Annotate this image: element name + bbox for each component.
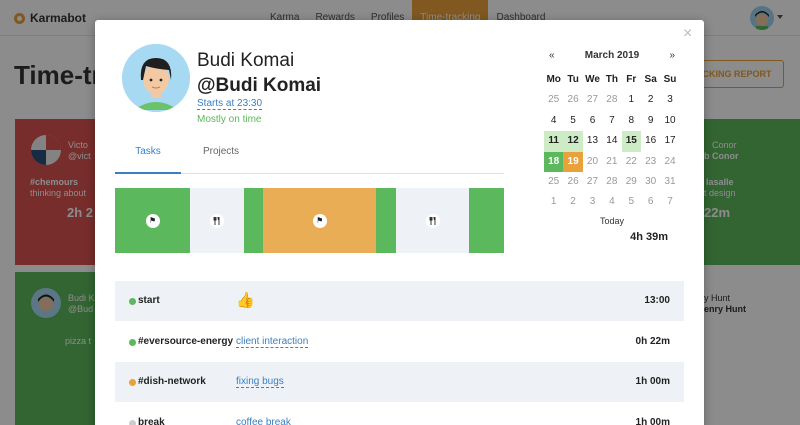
weekday-header: We (585, 74, 600, 85)
calendar-day[interactable]: 3 (660, 90, 679, 110)
tab-projects[interactable]: Projects (187, 142, 255, 174)
entry-duration: 1h 00m (635, 416, 670, 425)
weekday-header: Fr (626, 74, 637, 85)
profile-name: Budi Komai (197, 50, 295, 71)
calendar-day[interactable]: 27 (583, 172, 602, 192)
calendar-day[interactable]: 25 (544, 172, 563, 192)
view-tabs: Tasks Projects (115, 142, 504, 174)
status-dot-icon (129, 298, 136, 305)
time-entry-row[interactable]: start 👍 13:00 (115, 280, 684, 321)
calendar-day[interactable]: 27 (583, 90, 602, 110)
calendar-grid: Mo Tu We Th Fr Sa Su 25 26 27 28 1 2 3 4 5 6 7 8 9 10 11 12 13 1… (544, 70, 680, 213)
calendar-day[interactable]: 10 (660, 111, 679, 131)
fork-knife-icon (210, 213, 225, 228)
fork-knife-icon (425, 213, 440, 228)
calendar-day[interactable]: 23 (641, 152, 660, 172)
calendar-day[interactable]: 17 (660, 131, 679, 151)
flag-icon: ⚑ (312, 213, 327, 228)
weekday-header: Sa (644, 74, 657, 85)
timeline-work-segment[interactable] (244, 188, 264, 253)
calendar-day[interactable]: 18 (544, 151, 564, 172)
status-dot-icon (129, 338, 136, 346)
entry-task-link[interactable]: fixing bugs (236, 376, 284, 388)
timeline-work-segment[interactable] (376, 188, 397, 253)
profile-avatar-face-icon (122, 44, 190, 112)
calendar-day[interactable]: 25 (544, 90, 563, 110)
calendar-day[interactable]: 4 (544, 111, 563, 131)
entry-duration: 13:00 (644, 295, 670, 306)
calendar-day[interactable]: 1 (544, 192, 563, 212)
today-total: 4h 39m (630, 231, 668, 243)
timeline-work-segment[interactable] (469, 188, 504, 253)
time-entry-row[interactable]: #eversource-energy client interaction 0h 2… (115, 320, 684, 362)
entry-project: break (138, 416, 165, 425)
calendar-day[interactable]: 9 (641, 111, 660, 131)
calendar-day[interactable]: 5 (563, 111, 582, 131)
calendar-day[interactable]: 29 (622, 172, 641, 192)
timeline-work-segment[interactable]: ⚑ (115, 188, 191, 253)
calendar-day[interactable]: 26 (563, 172, 582, 192)
calendar-day[interactable]: 6 (583, 111, 602, 131)
weekday-header: Tu (567, 74, 579, 85)
entry-task-link[interactable]: client interaction (236, 336, 309, 348)
punctuality-status: Mostly on time (197, 114, 262, 125)
entry-project: #dish-network (138, 376, 206, 387)
entry-project: #eversource-energy (138, 335, 234, 347)
calendar-day[interactable]: 6 (641, 192, 660, 212)
entry-duration: 0h 22m (635, 335, 670, 347)
member-detail-modal: × Budi Komai @Budi Komai Starts at 23:30… (95, 20, 704, 425)
weekday-header: Su (663, 74, 677, 85)
today-label: Today (599, 216, 625, 226)
tab-tasks[interactable]: Tasks (115, 142, 181, 174)
calendar-day[interactable]: 2 (563, 192, 582, 212)
flag-icon: ⚑ (145, 213, 160, 228)
calendar-day[interactable]: 1 (622, 90, 641, 110)
calendar-day[interactable]: 15 (621, 131, 641, 152)
time-entry-row[interactable]: #dish-network fixing bugs 1h 00m (115, 361, 684, 402)
weekday-header: Th (605, 74, 618, 85)
calendar-day[interactable]: 26 (563, 90, 582, 110)
profile-handle: @Budi Komai (197, 75, 322, 96)
time-entry-row[interactable]: break coffee break 1h 00m (115, 401, 684, 425)
calendar-day[interactable]: 31 (660, 172, 679, 192)
timeline-work-segment[interactable]: ⚑ (263, 188, 377, 253)
calendar-day[interactable]: 19 (563, 151, 583, 172)
calendar-day[interactable]: 8 (622, 111, 641, 131)
day-timeline: ⚑ ⚑ (115, 188, 504, 253)
calendar-day[interactable]: 16 (641, 131, 660, 151)
calendar-day[interactable]: 20 (583, 152, 602, 172)
time-entries-list: start 👍 13:00 #eversource-energy client inte… (115, 280, 684, 425)
month-calendar: « March 2019 » Mo Tu We Th Fr Sa Su 25 26 27 28 1 2 3… (544, 50, 680, 213)
calendar-day[interactable]: 11 (544, 131, 564, 152)
calendar-day[interactable]: 4 (602, 192, 621, 212)
close-icon[interactable]: × (683, 26, 692, 42)
weekday-header: Mo (546, 74, 561, 85)
entry-task-link[interactable]: coffee break (236, 417, 291, 425)
calendar-day[interactable]: 28 (602, 172, 621, 192)
timeline-break-segment[interactable] (190, 188, 245, 253)
status-dot-icon (129, 419, 136, 425)
status-dot-icon (129, 379, 136, 386)
profile-avatar (122, 44, 190, 112)
calendar-month-title: March 2019 (584, 50, 640, 61)
entry-project: start (138, 295, 160, 306)
calendar-day[interactable]: 2 (641, 90, 660, 110)
thumbs-up-icon: 👍 (236, 292, 255, 309)
calendar-day[interactable]: 30 (641, 172, 660, 192)
next-month-button[interactable]: » (669, 50, 675, 61)
starts-at-link[interactable]: Starts at 23:30 (197, 98, 263, 110)
calendar-day[interactable]: 13 (583, 131, 602, 151)
calendar-day[interactable]: 24 (660, 152, 679, 172)
entry-duration: 1h 00m (635, 376, 670, 387)
calendar-day[interactable]: 14 (602, 131, 621, 151)
calendar-day[interactable]: 3 (583, 192, 602, 212)
calendar-day[interactable]: 7 (602, 111, 621, 131)
calendar-day[interactable]: 28 (602, 90, 621, 110)
calendar-day[interactable]: 21 (602, 152, 621, 172)
calendar-day[interactable]: 5 (622, 192, 641, 212)
calendar-day[interactable]: 22 (622, 152, 641, 172)
calendar-day[interactable]: 12 (563, 131, 583, 152)
calendar-day[interactable]: 7 (660, 192, 679, 212)
timeline-break-segment[interactable] (396, 188, 470, 253)
